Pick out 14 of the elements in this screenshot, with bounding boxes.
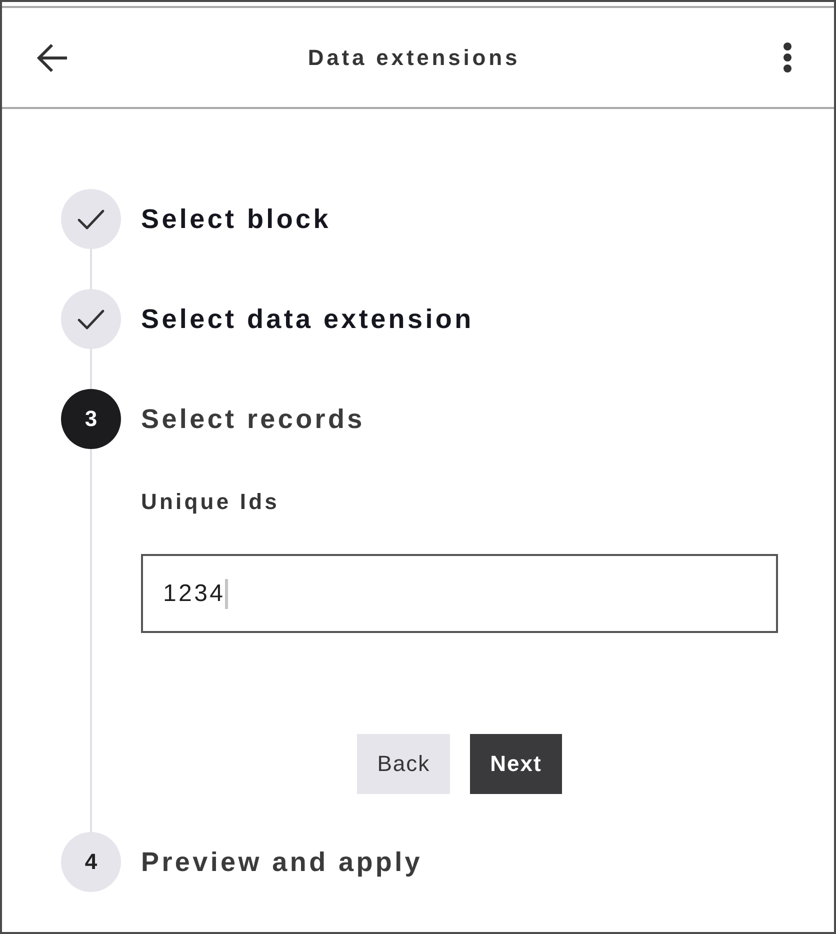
step-title: Select data extension — [141, 302, 474, 336]
back-icon[interactable] — [36, 42, 68, 72]
step-title: Select block — [141, 202, 331, 236]
step-title: Preview and apply — [141, 846, 422, 879]
page-title: Data extensions — [308, 44, 520, 70]
input-field[interactable]: 1234 — [141, 554, 778, 633]
field-label: Unique Ids — [141, 488, 280, 516]
text-cursor-icon — [225, 578, 228, 608]
step-number: 4 — [61, 832, 121, 892]
step-title: Select records — [141, 402, 365, 436]
step-number: 3 — [61, 389, 121, 449]
more-menu-icon[interactable] — [783, 42, 792, 73]
next-button[interactable]: Next — [470, 734, 562, 794]
back-button[interactable]: Back — [357, 734, 450, 794]
